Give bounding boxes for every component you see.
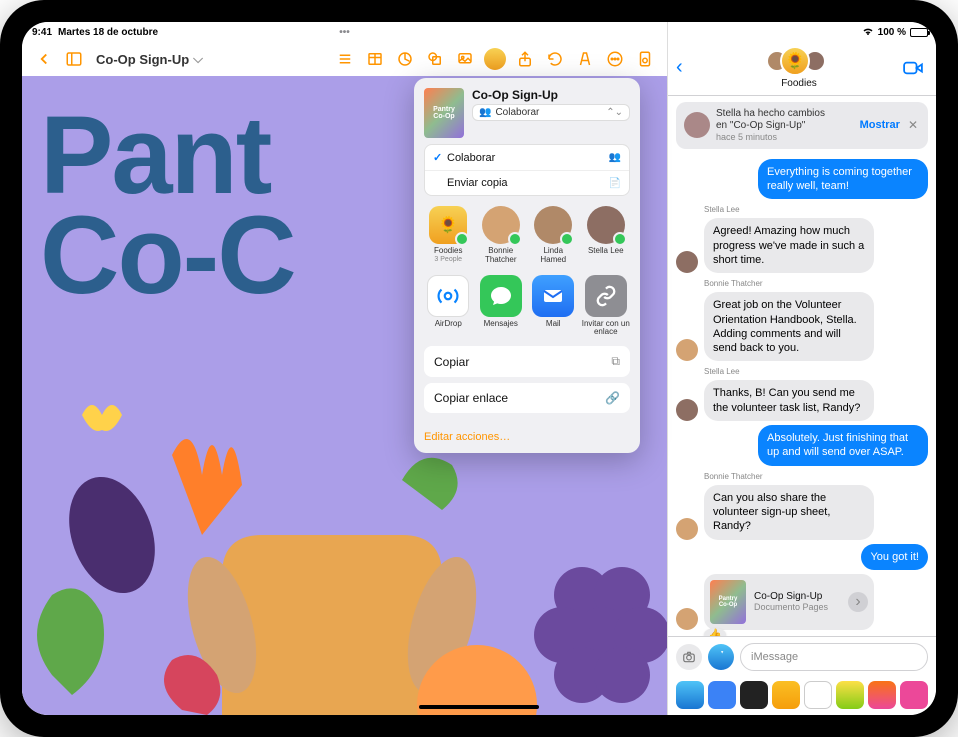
- status-bar: 9:41 Martes 18 de octubre •••: [22, 22, 667, 42]
- chevron-down-icon: ⌵: [193, 51, 203, 67]
- shape-icon[interactable]: [421, 45, 449, 73]
- message-out[interactable]: Everything is coming together really wel…: [758, 159, 928, 200]
- notif-show-button[interactable]: Mostrar: [860, 119, 900, 131]
- toolbar: Co-Op Sign-Up ⌵: [22, 42, 667, 76]
- messages-app: 100 % ‹ 🌻 Foodies Stella ha hecho cambio…: [667, 22, 936, 715]
- avatar-icon: [676, 608, 698, 630]
- document-settings-icon[interactable]: [631, 45, 659, 73]
- share-app-messages[interactable]: Mensajes: [477, 275, 526, 337]
- strip-app-icon[interactable]: [804, 681, 832, 709]
- edit-actions-button[interactable]: Editar acciones…: [414, 427, 640, 453]
- people-icon: 👥: [609, 152, 621, 163]
- imessage-app-strip[interactable]: [668, 677, 936, 715]
- table-icon[interactable]: [361, 45, 389, 73]
- strip-app-icon[interactable]: [868, 681, 896, 709]
- strip-app-icon[interactable]: [900, 681, 928, 709]
- message-in[interactable]: Agreed! Amazing how much progress we've …: [704, 218, 874, 273]
- message-input[interactable]: iMessage: [740, 643, 928, 671]
- avatar-icon: [676, 339, 698, 361]
- strip-app-icon[interactable]: [772, 681, 800, 709]
- share-app-airdrop[interactable]: AirDrop: [424, 275, 473, 337]
- checkmark-icon: ✓: [433, 151, 447, 164]
- collab-notification[interactable]: Stella ha hecho cambiosen "Co-Op Sign-Up…: [676, 102, 928, 149]
- share-person-bonnie[interactable]: Bonnie Thatcher: [477, 206, 526, 265]
- format-icon[interactable]: [571, 45, 599, 73]
- status-bar-right: 100 %: [668, 22, 936, 42]
- reaction-thumbs-up[interactable]: 👍: [704, 628, 726, 636]
- camera-button[interactable]: [676, 644, 702, 670]
- notif-close-button[interactable]: ✕: [906, 118, 920, 132]
- action-copy-link[interactable]: Copiar enlace 🔗: [424, 383, 630, 413]
- media-icon[interactable]: [451, 45, 479, 73]
- share-mode-dropdown: ✓ Colaborar 👥 Enviar copia 📄: [424, 144, 630, 196]
- chevron-up-down-icon: ⌃⌄: [606, 107, 623, 118]
- share-person-linda[interactable]: Linda Hamed: [529, 206, 578, 265]
- share-app-mail[interactable]: Mail: [529, 275, 578, 337]
- strip-app-icon[interactable]: [836, 681, 864, 709]
- link-icon: 🔗: [605, 391, 620, 405]
- poster-heading: Pant Co-C: [40, 106, 295, 306]
- more-icon[interactable]: [601, 45, 629, 73]
- chevron-right-icon: ›: [848, 592, 868, 612]
- share-thumbnail: PantryCo-Op: [424, 88, 464, 138]
- undo-icon[interactable]: [541, 45, 569, 73]
- message-out[interactable]: Absolutely. Just finishing that up and w…: [758, 425, 928, 466]
- avatar-icon: [676, 399, 698, 421]
- message-out[interactable]: You got it!: [861, 544, 928, 570]
- share-icon[interactable]: [511, 45, 539, 73]
- share-doc-title: Co-Op Sign-Up: [472, 88, 630, 102]
- share-person-stella[interactable]: Stella Lee: [582, 206, 631, 265]
- collaborate-avatar-icon[interactable]: [484, 48, 506, 70]
- strip-app-icon[interactable]: [708, 681, 736, 709]
- wifi-icon: [862, 26, 874, 39]
- notif-avatar: [684, 112, 710, 138]
- multitask-dots-icon[interactable]: •••: [330, 27, 360, 38]
- back-button[interactable]: [30, 45, 58, 73]
- pages-app: 9:41 Martes 18 de octubre ••• Co-Op Sign…: [22, 22, 667, 715]
- avatar-icon: [676, 518, 698, 540]
- copy-icon: ⧉: [611, 354, 620, 369]
- chat-list[interactable]: Everything is coming together really wel…: [668, 155, 936, 636]
- status-date: Martes 18 de octubre: [58, 27, 158, 38]
- facetime-button[interactable]: [898, 57, 928, 79]
- message-in[interactable]: Great job on the Volunteer Orientation H…: [704, 292, 874, 361]
- strip-app-icon[interactable]: [676, 681, 704, 709]
- sidebar-icon[interactable]: [60, 45, 88, 73]
- status-time: 9:41: [32, 27, 52, 38]
- share-mode-button[interactable]: 👥 Colaborar ⌃⌄: [472, 104, 630, 121]
- message-input-area: iMessage: [668, 636, 936, 677]
- message-in[interactable]: Can you also share the volunteer sign-up…: [704, 485, 874, 540]
- avatar-icon: [676, 251, 698, 273]
- action-copy[interactable]: Copiar ⧉: [424, 346, 630, 377]
- strip-app-icon[interactable]: [740, 681, 768, 709]
- message-attachment[interactable]: PantryCo-Op Co-Op Sign-Up Documento Page…: [704, 574, 874, 630]
- list-icon[interactable]: [331, 45, 359, 73]
- share-app-invite-link[interactable]: Invitar con un enlace: [582, 275, 631, 337]
- messages-back-button[interactable]: ‹: [676, 56, 700, 79]
- app-store-button[interactable]: [708, 644, 734, 670]
- document-title[interactable]: Co-Op Sign-Up ⌵: [90, 51, 209, 67]
- messages-header: ‹ 🌻 Foodies: [668, 42, 936, 96]
- share-sheet: PantryCo-Op Co-Op Sign-Up 👥 Colaborar ⌃⌄…: [414, 78, 640, 453]
- mode-collaborate[interactable]: ✓ Colaborar 👥: [425, 145, 629, 171]
- people-icon: 👥: [479, 107, 491, 118]
- message-in[interactable]: Thanks, B! Can you send me the volunteer…: [704, 380, 874, 421]
- chart-icon[interactable]: [391, 45, 419, 73]
- home-indicator[interactable]: [419, 705, 539, 709]
- document-icon: 📄: [609, 178, 621, 189]
- battery-icon: [910, 28, 928, 37]
- share-person-foodies[interactable]: 🌻 Foodies 3 People: [424, 206, 473, 265]
- conversation-info[interactable]: 🌻 Foodies: [700, 46, 898, 89]
- mode-send-copy[interactable]: Enviar copia 📄: [425, 171, 629, 195]
